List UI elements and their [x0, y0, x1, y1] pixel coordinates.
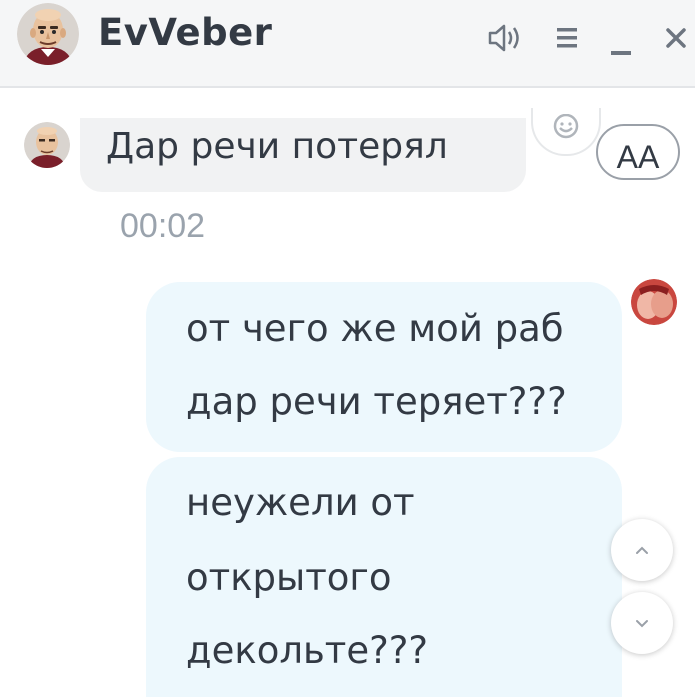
message-text: Дар речи потерял	[106, 126, 448, 167]
scroll-up-button[interactable]	[611, 519, 673, 581]
message-timestamp: 00:02	[120, 207, 206, 245]
outgoing-message-bubble[interactable]: от чего же мой раб дар речи теряет???	[146, 282, 622, 452]
incoming-message-bubble[interactable]: Дар речи потерял	[80, 118, 526, 192]
chat-header: EvVeber	[0, 0, 695, 88]
contact-avatar[interactable]	[17, 3, 79, 65]
contact-name: EvVeber	[98, 11, 273, 54]
emoji-reaction-button[interactable]	[531, 108, 601, 156]
message-text-line: дар речи теряет???	[186, 380, 567, 423]
chevron-down-icon	[636, 620, 648, 628]
smile-icon	[553, 114, 579, 139]
menu-icon[interactable]	[555, 18, 579, 58]
font-size-label: AA	[616, 139, 660, 175]
message-text-line: декольте???	[186, 629, 429, 672]
sound-icon[interactable]	[486, 18, 524, 58]
own-avatar[interactable]	[631, 279, 677, 325]
chevron-up-icon	[636, 546, 648, 554]
message-text-line: неужели от	[186, 481, 415, 524]
message-text-line: от чего же мой раб	[186, 307, 564, 350]
message-text-line: открытого	[186, 556, 392, 599]
sender-avatar[interactable]	[24, 122, 70, 168]
font-size-button[interactable]: AA	[596, 124, 680, 180]
minimize-icon[interactable]	[608, 18, 634, 58]
close-icon[interactable]	[662, 18, 690, 58]
outgoing-message-bubble[interactable]: неужели от открытого декольте???	[146, 457, 622, 697]
scroll-down-button[interactable]	[611, 592, 673, 654]
